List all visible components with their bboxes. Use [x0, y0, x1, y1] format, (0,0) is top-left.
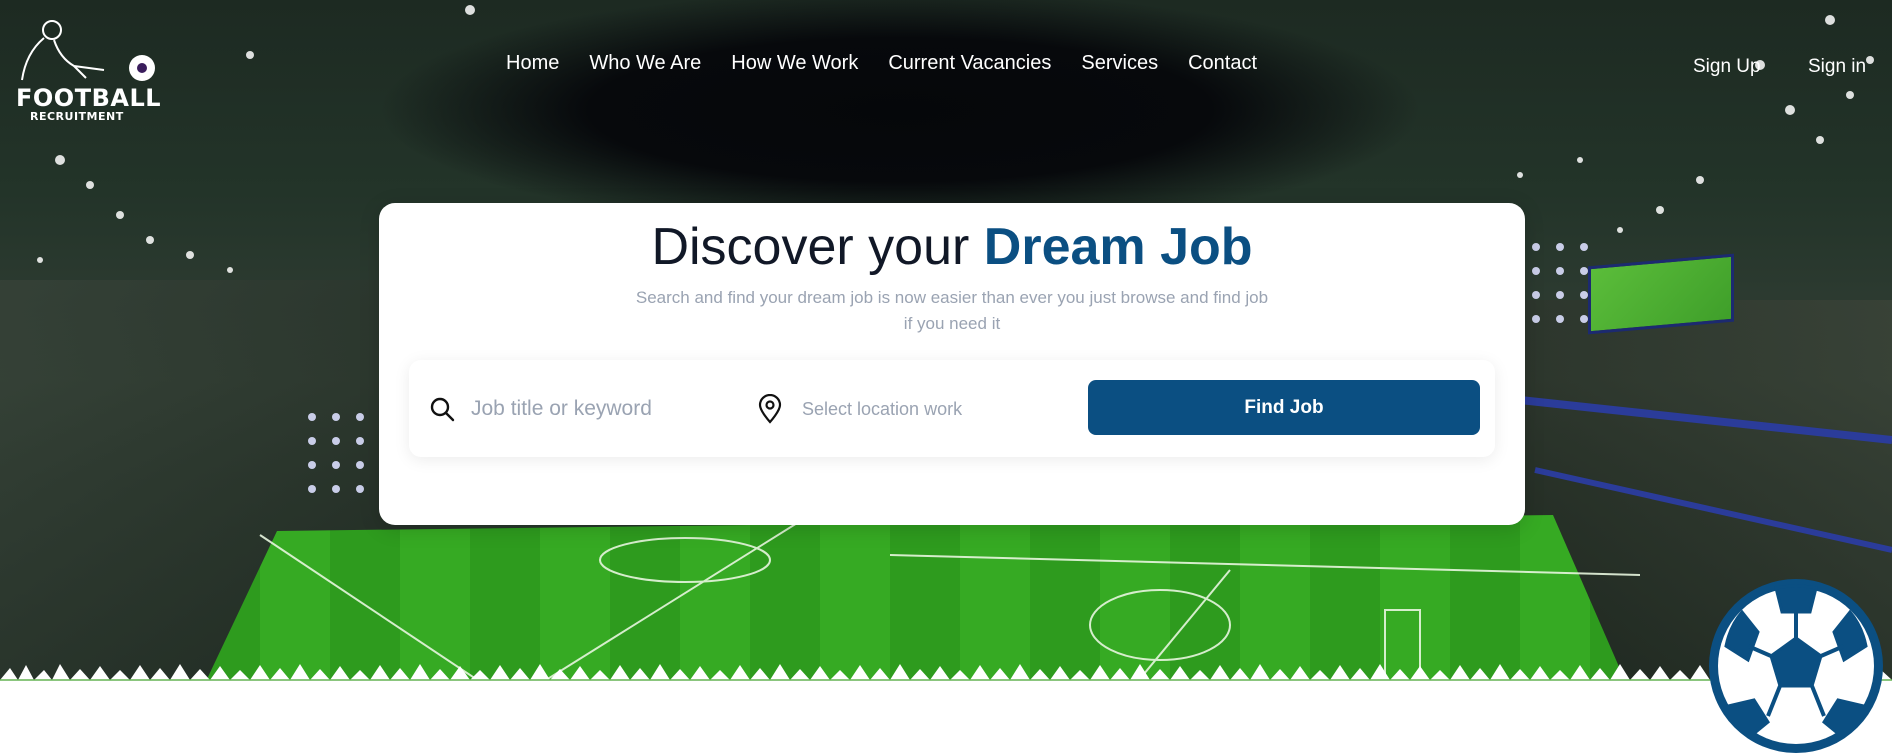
hero-title-accent: Dream Job: [983, 218, 1253, 276]
soccer-ball-icon[interactable]: [1706, 576, 1886, 756]
logo-text-secondary: RECRUITMENT: [30, 110, 124, 123]
find-job-button[interactable]: Find Job: [1088, 380, 1480, 435]
main-nav: Home Who We Are How We Work Current Vaca…: [506, 52, 1257, 75]
nav-contact[interactable]: Contact: [1188, 52, 1257, 75]
hero-subtitle: Search and find your dream job is now ea…: [635, 288, 1269, 333]
nav-how-we-work[interactable]: How We Work: [731, 52, 858, 75]
logo[interactable]: FOOTBALL RECRUITMENT: [14, 18, 164, 123]
sign-in-link[interactable]: Sign in: [1808, 56, 1866, 78]
search-bar: Find Job: [409, 360, 1495, 457]
logo-text-primary: FOOTBALL: [16, 84, 162, 112]
hero-title: Discover your Dream Job: [379, 217, 1525, 277]
nav-who-we-are[interactable]: Who We Are: [589, 52, 701, 75]
grass-edge: [0, 664, 1892, 690]
location-input[interactable]: [800, 390, 1064, 428]
location-pin-icon: [758, 394, 782, 424]
search-icon: [430, 397, 455, 422]
hero-title-plain: Discover your: [651, 218, 970, 276]
nav-services[interactable]: Services: [1081, 52, 1158, 75]
nav-home[interactable]: Home: [506, 52, 559, 75]
keyword-input[interactable]: [469, 390, 733, 428]
nav-current-vacancies[interactable]: Current Vacancies: [888, 52, 1051, 75]
logo-mark: [21, 20, 155, 81]
sign-up-link[interactable]: Sign Up: [1693, 56, 1761, 78]
job-search-card: Discover your Dream Job Search and find …: [379, 203, 1525, 525]
